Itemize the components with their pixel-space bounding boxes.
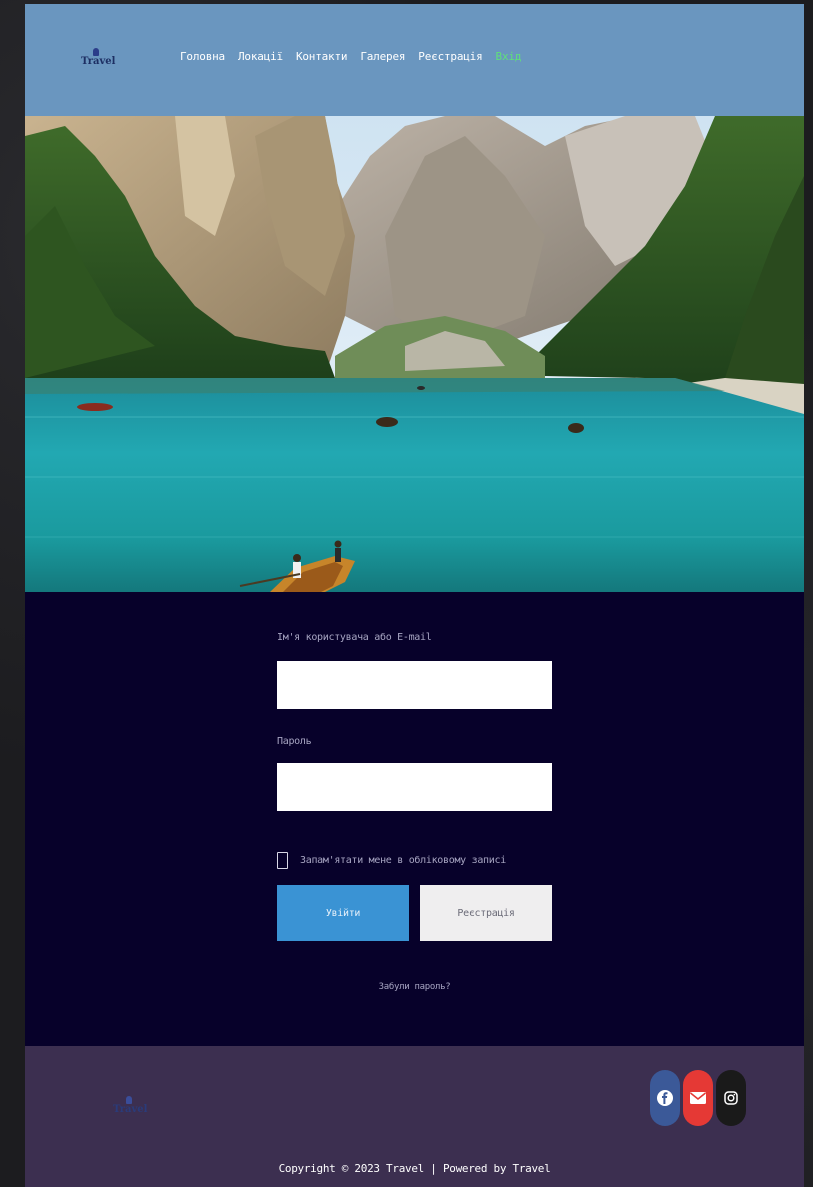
nav-item-registration[interactable]: Реєстрація xyxy=(418,50,482,63)
site-logo[interactable]: Travel xyxy=(81,48,116,74)
login-button[interactable]: Увійти xyxy=(277,885,409,941)
nav-item-locations[interactable]: Локації xyxy=(238,50,283,63)
facebook-icon xyxy=(657,1090,673,1106)
logo-text: Travel xyxy=(81,56,116,67)
instagram-link[interactable] xyxy=(716,1070,746,1126)
forgot-password-link[interactable]: Забули пароль? xyxy=(277,982,552,992)
copyright-text: Copyright © 2023 Travel | Powered by Tra… xyxy=(278,1162,551,1175)
site-header: Travel Головна Локації Контакти Галерея … xyxy=(25,4,804,116)
nav-item-home[interactable]: Головна xyxy=(180,50,225,63)
email-link[interactable] xyxy=(683,1070,713,1126)
site-footer: Travel Copyright © 2023 Travel | Powered… xyxy=(25,1046,804,1187)
instagram-icon xyxy=(724,1091,738,1105)
envelope-icon xyxy=(690,1092,706,1104)
login-section: Ім'я користувача або E-mail Пароль Запам… xyxy=(25,592,804,1046)
register-button[interactable]: Реєстрація xyxy=(420,885,552,941)
username-label: Ім'я користувача або E-mail xyxy=(277,632,432,643)
nav-item-gallery[interactable]: Галерея xyxy=(360,50,405,63)
main-nav: Головна Локації Контакти Галерея Реєстра… xyxy=(180,50,534,63)
nav-item-contacts[interactable]: Контакти xyxy=(296,50,348,63)
footer-logo-icon xyxy=(126,1096,132,1104)
remember-me-checkbox[interactable] xyxy=(277,852,288,869)
web-page: Travel Головна Локації Контакти Галерея … xyxy=(25,4,804,1187)
footer-logo[interactable]: Travel xyxy=(113,1096,148,1116)
facebook-link[interactable] xyxy=(650,1070,680,1126)
logo-icon xyxy=(93,48,99,56)
footer-logo-text: Travel xyxy=(113,1104,148,1115)
lake-mountains-illustration xyxy=(25,116,804,592)
remember-me-option[interactable]: Запам'ятати мене в обліковому записі xyxy=(277,852,506,869)
hero-image xyxy=(25,116,804,592)
password-label: Пароль xyxy=(277,736,312,747)
username-input[interactable] xyxy=(277,661,552,709)
remember-me-label: Запам'ятати мене в обліковому записі xyxy=(300,855,506,866)
nav-item-login[interactable]: Вхід xyxy=(496,50,522,63)
password-input[interactable] xyxy=(277,763,552,811)
